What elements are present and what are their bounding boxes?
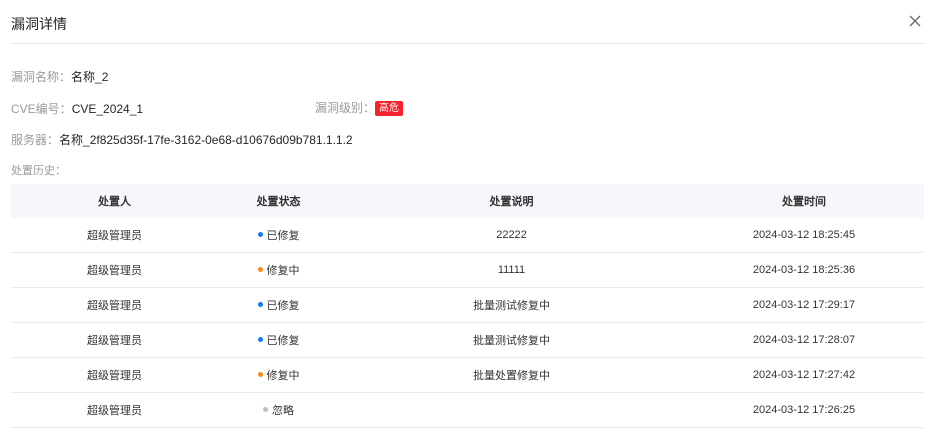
status-text: 修复中	[266, 370, 300, 382]
cve-row: CVE编号：CVE_2024_1	[11, 100, 143, 117]
vuln-name-value: 名称_2	[71, 70, 109, 84]
cell-status: 修复中	[218, 357, 339, 393]
cell-note: 批量测试修复中	[339, 322, 684, 358]
level-label: 漏洞级别：	[315, 101, 376, 115]
status-dot-icon	[257, 302, 263, 307]
table-row: 超级管理员 忽略 2024-03-12 17:26:25	[11, 392, 924, 428]
cell-time: 2024-03-12 18:25:45	[684, 218, 924, 253]
vuln-name-label: 漏洞名称：	[11, 70, 72, 84]
server-value: 名称_2f825d35f-17fe-3162-0e68-d10676d09b78…	[59, 133, 353, 147]
cell-note: 22222	[339, 218, 684, 253]
cell-time: 2024-03-12 17:28:07	[684, 322, 924, 358]
cell-note: 批量处置修复中	[339, 357, 684, 393]
dialog-title: 漏洞详情	[11, 16, 67, 32]
cve-value: CVE_2024_1	[71, 102, 144, 116]
column-header-time: 处置时间	[684, 184, 924, 218]
table-row: 超级管理员 修复中 批量处置修复中 2024-03-12 17:27:42	[11, 357, 924, 393]
level-row: 漏洞级别： 高危	[315, 99, 404, 116]
vuln-name-row: 漏洞名称：名称_2	[11, 68, 108, 85]
cell-person: 超级管理员	[11, 392, 218, 428]
status-text: 修复中	[266, 265, 300, 277]
cell-status: 已修复	[218, 322, 339, 358]
history-label: 处置历史：	[11, 165, 66, 177]
cell-note: 批量测试修复中	[339, 287, 684, 323]
status-text: 忽略	[272, 405, 294, 417]
cve-label: CVE编号：	[11, 102, 72, 116]
dialog-header: 漏洞详情	[11, 0, 924, 44]
cell-note	[339, 392, 684, 428]
column-header-person: 处置人	[11, 184, 218, 218]
cell-time: 2024-03-12 17:26:25	[684, 392, 924, 428]
cell-status: 忽略	[218, 392, 339, 428]
cell-status: 修复中	[218, 252, 339, 288]
status-dot-icon	[263, 407, 268, 412]
cell-person: 超级管理员	[11, 357, 218, 393]
history-table: 处置人 处置状态 处置说明 处置时间 超级管理员 已修复 22222 2024-…	[11, 184, 924, 428]
status-dot-icon	[257, 232, 263, 237]
table-row: 超级管理员 已修复 22222 2024-03-12 18:25:45	[11, 218, 924, 253]
cell-status: 已修复	[218, 218, 339, 253]
server-row: 服务器：名称_2f825d35f-17fe-3162-0e68-d10676d0…	[11, 131, 353, 148]
cell-time: 2024-03-12 17:29:17	[684, 287, 924, 323]
status-text: 已修复	[266, 230, 300, 242]
table-header-row: 处置人 处置状态 处置说明 处置时间	[11, 184, 924, 218]
table-row: 超级管理员 已修复 批量测试修复中 2024-03-12 17:29:17	[11, 287, 924, 323]
cell-time: 2024-03-12 18:25:36	[684, 252, 924, 288]
table-row: 超级管理员 已修复 批量测试修复中 2024-03-12 17:28:07	[11, 322, 924, 358]
close-icon[interactable]	[906, 12, 924, 30]
cell-time: 2024-03-12 17:27:42	[684, 357, 924, 393]
cell-person: 超级管理员	[11, 287, 218, 323]
status-dot-icon	[257, 267, 263, 272]
cell-person: 超级管理员	[11, 322, 218, 358]
cell-person: 超级管理员	[11, 252, 218, 288]
level-badge: 高危	[375, 101, 404, 116]
table-row: 超级管理员 修复中 11111 2024-03-12 18:25:36	[11, 252, 924, 288]
column-header-status: 处置状态	[218, 184, 339, 218]
column-header-note: 处置说明	[339, 184, 684, 218]
status-dot-icon	[257, 372, 263, 377]
cell-note: 11111	[339, 252, 684, 288]
cell-person: 超级管理员	[11, 218, 218, 253]
status-text: 已修复	[266, 300, 300, 312]
status-text: 已修复	[266, 335, 300, 347]
status-dot-icon	[257, 337, 263, 342]
server-label: 服务器：	[11, 133, 60, 147]
cell-status: 已修复	[218, 287, 339, 323]
